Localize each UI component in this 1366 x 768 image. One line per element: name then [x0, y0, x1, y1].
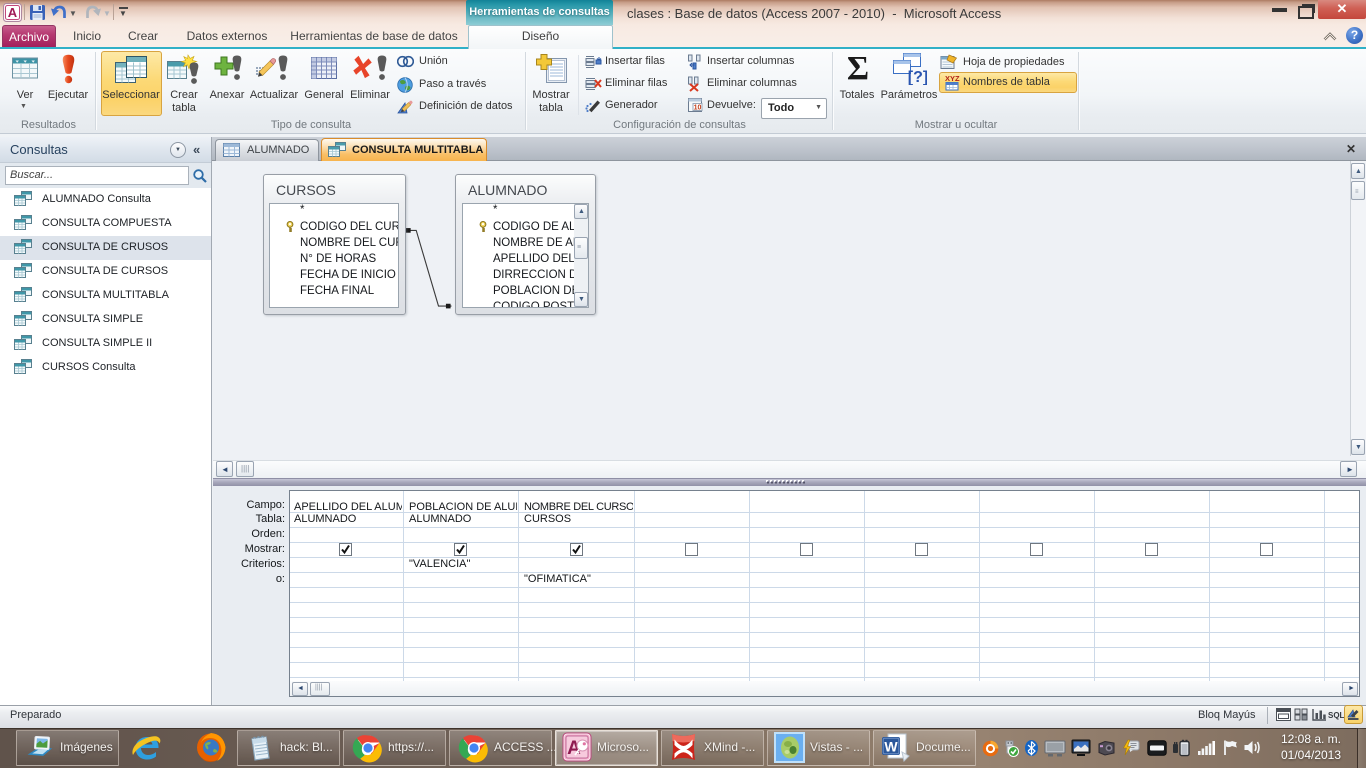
svg-text:XYZ: XYZ	[945, 74, 960, 83]
svg-text:W: W	[884, 739, 898, 755]
svg-text:A: A	[8, 5, 18, 20]
svg-text:10: 10	[694, 105, 702, 112]
svg-text:[?]: [?]	[908, 69, 927, 85]
